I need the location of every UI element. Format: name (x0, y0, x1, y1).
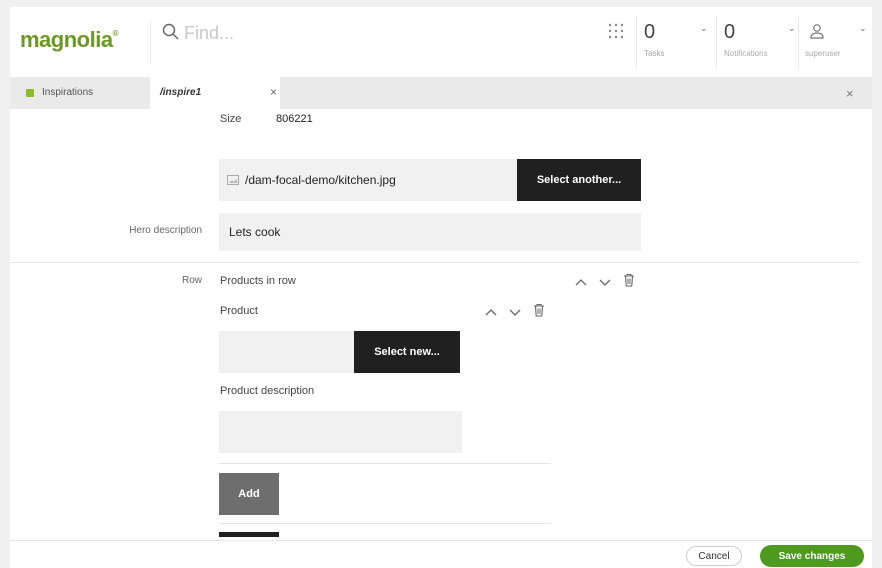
move-down-icon[interactable] (598, 275, 612, 289)
image-field: /dam-focal-demo/kitchen.jpg (219, 159, 517, 201)
dialog-footer: Cancel Save changes (10, 540, 872, 568)
tasks-label: Tasks (644, 49, 665, 58)
find-input[interactable] (184, 21, 324, 45)
divider (219, 523, 551, 524)
find-bar[interactable] (162, 21, 324, 51)
move-up-icon[interactable] (574, 275, 588, 289)
product-description-label: Product description (220, 385, 315, 397)
hero-description-field[interactable]: Lets cook (219, 213, 641, 251)
tab-label: /inspire1 (160, 87, 202, 98)
notifications-count: 0 (724, 21, 736, 43)
move-down-icon[interactable] (508, 305, 522, 319)
tab-inspire1[interactable]: /inspire1 × (150, 77, 280, 109)
app-header: magnolia® 0 Tasks ⌄ 0 Notifications (10, 7, 872, 78)
size-value: 806221 (276, 113, 313, 125)
delete-icon[interactable] (532, 303, 546, 317)
magnolia-logo[interactable]: magnolia® (20, 27, 119, 53)
image-path: /dam-focal-demo/kitchen.jpg (245, 173, 396, 187)
chevron-down-icon: ⌄ (700, 23, 708, 33)
divider (150, 21, 151, 63)
app-window: magnolia® 0 Tasks ⌄ 0 Notifications (10, 7, 872, 568)
user-menu[interactable]: superuser ⌄ (805, 19, 867, 71)
action-button[interactable] (219, 532, 279, 537)
close-icon[interactable]: × (270, 85, 277, 99)
hero-description-label: Hero description (129, 225, 202, 236)
user-label: superuser (805, 49, 841, 58)
move-up-icon[interactable] (484, 305, 498, 319)
product-link-field[interactable] (219, 331, 354, 373)
products-in-row-label: Products in row (220, 275, 296, 287)
chevron-down-icon: ⌄ (859, 23, 867, 33)
tab-label: Inspirations (42, 87, 94, 98)
notifications-label: Notifications (724, 49, 768, 58)
cancel-button[interactable]: Cancel (686, 546, 742, 566)
editor-form: Size 806221 /dam-focal-demo/kitchen.jpg … (10, 109, 872, 537)
hero-description-value: Lets cook (229, 225, 281, 239)
chevron-down-icon: ⌄ (788, 23, 796, 33)
select-another-button[interactable]: Select another... (517, 159, 641, 201)
tasks-indicator[interactable]: 0 Tasks ⌄ (644, 19, 714, 71)
tab-bar: Inspirations /inspire1 × × (10, 77, 872, 109)
divider (798, 17, 799, 69)
row-label: Row (181, 275, 202, 286)
tab-inspirations[interactable]: Inspirations (10, 77, 150, 109)
add-button[interactable]: Add (219, 473, 279, 515)
user-icon (810, 24, 824, 39)
divider (716, 17, 717, 69)
image-icon (227, 175, 239, 185)
search-icon (162, 23, 179, 40)
product-label: Product (220, 305, 258, 317)
tasks-count: 0 (644, 21, 656, 43)
app-color-square-icon (26, 89, 34, 97)
save-changes-button[interactable]: Save changes (760, 545, 864, 567)
product-description-field[interactable] (219, 411, 462, 453)
delete-icon[interactable] (622, 273, 636, 287)
notifications-indicator[interactable]: 0 Notifications ⌄ (724, 19, 796, 71)
close-icon[interactable]: × (846, 86, 854, 101)
divider (219, 463, 551, 464)
select-new-button[interactable]: Select new... (354, 331, 460, 373)
divider (636, 17, 637, 69)
size-label: Size (220, 113, 242, 125)
divider (10, 262, 860, 263)
apps-grid-icon[interactable] (608, 23, 624, 39)
